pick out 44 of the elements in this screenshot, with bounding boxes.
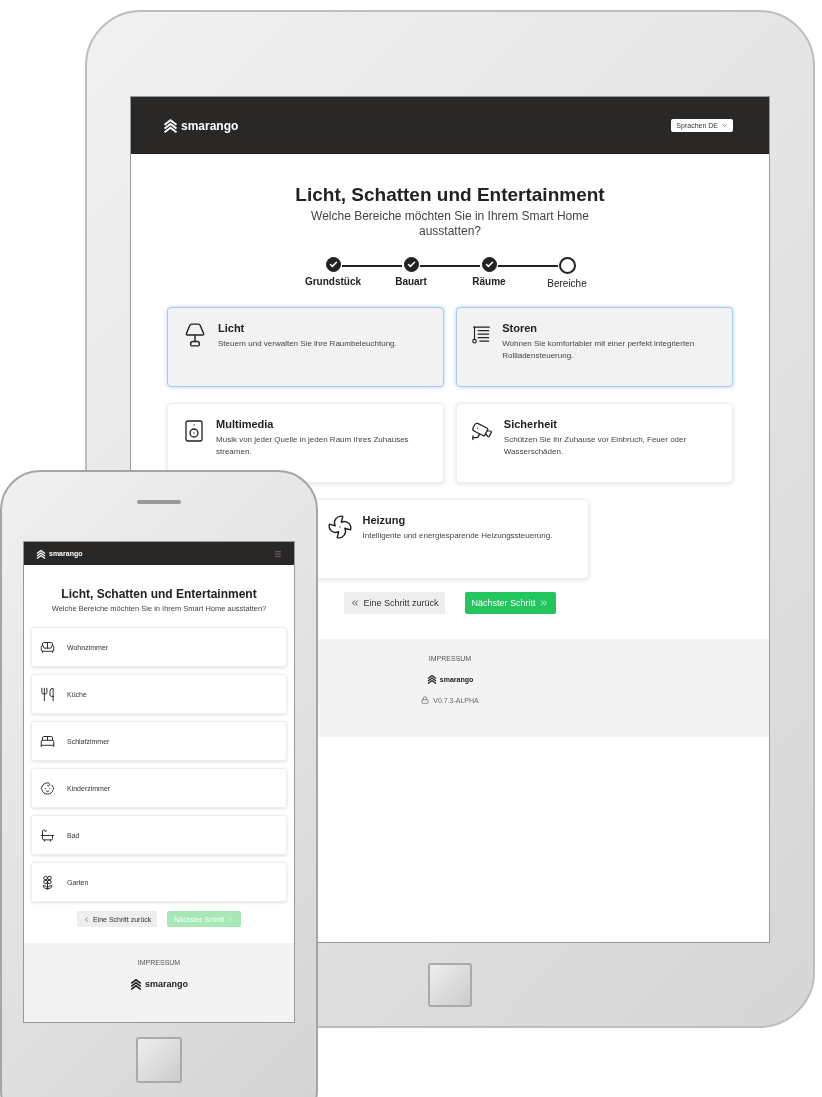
- card-title: Sicherheit: [503, 418, 559, 430]
- home-button[interactable]: [428, 962, 472, 1007]
- logo-text: smarango: [181, 118, 239, 133]
- chevron-left-icon: [82, 915, 90, 923]
- bed-icon: [40, 733, 55, 749]
- flower-icon: [40, 874, 55, 890]
- home-button[interactable]: [136, 1037, 182, 1083]
- option-card[interactable]: Storen Wohnen Sie komfortabler mit einer perfekt integrierten Rollladensteuerung.: [456, 307, 733, 387]
- chevron-right-icon: [227, 915, 235, 923]
- bathtub-icon: [40, 827, 55, 843]
- page-subtitle: Welche Bereiche möchten Sie in Ihrem Smart Home ausstatten?: [310, 209, 590, 239]
- card-description: Steuern und verwalten Sie ihre Raumbeleuchtung.: [218, 338, 397, 350]
- logo-icon: [163, 118, 178, 133]
- speaker-slot: [137, 500, 181, 504]
- card-description: Musik von jeder Quelle in jeden Raum Ihres Zuhauses streamen.: [216, 434, 410, 458]
- step-label: Bereiche: [547, 278, 587, 289]
- logo-icon: [36, 548, 46, 559]
- sofa-icon: [40, 639, 55, 655]
- page-title: Licht, Schatten und Entertainment: [295, 184, 605, 206]
- caret-icon: [721, 122, 728, 129]
- back-button[interactable]: Eine Schritt zurück: [344, 592, 445, 614]
- option-card[interactable]: Sicherheit Schützen Sie ihr Zuhause vor Einbruch, Feuer oder Wasserschäden.: [456, 403, 733, 483]
- menu-icon[interactable]: [274, 549, 282, 558]
- card-title: Multimedia: [216, 418, 275, 430]
- fan-icon: [326, 514, 353, 540]
- double-chevron-left-icon: [350, 598, 361, 608]
- card-description: Intelligente und energiesparende Heizungssteuerung.: [362, 530, 553, 542]
- cutlery-icon: [40, 686, 55, 702]
- page-title: Licht, Schatten und Entertainment: [61, 587, 257, 601]
- lock-icon: [421, 696, 430, 704]
- card-description: Schützen Sie ihr Zuhause vor Einbruch, Feuer oder Wasserschäden.: [503, 434, 688, 458]
- double-chevron-right-icon: [538, 598, 549, 608]
- card-title: Storen: [502, 322, 538, 334]
- step-label: Räume: [472, 276, 506, 287]
- step-label: Grundstück: [304, 276, 362, 287]
- logo-icon: [130, 978, 142, 991]
- logo-icon: [426, 674, 437, 684]
- option-card[interactable]: Licht Steuern und verwalten Sie ihre Raumbeleuchtung.: [167, 307, 444, 387]
- card-title: Licht: [218, 322, 246, 334]
- baby-icon: [40, 780, 55, 796]
- card-title: Heizung: [362, 514, 407, 526]
- card-description: Wohnen Sie komfortabler mit einer perfekt integrierten Rollladensteuerung.: [502, 338, 696, 362]
- logo-text: smarango: [145, 979, 188, 990]
- step-label: Bauart: [395, 276, 427, 287]
